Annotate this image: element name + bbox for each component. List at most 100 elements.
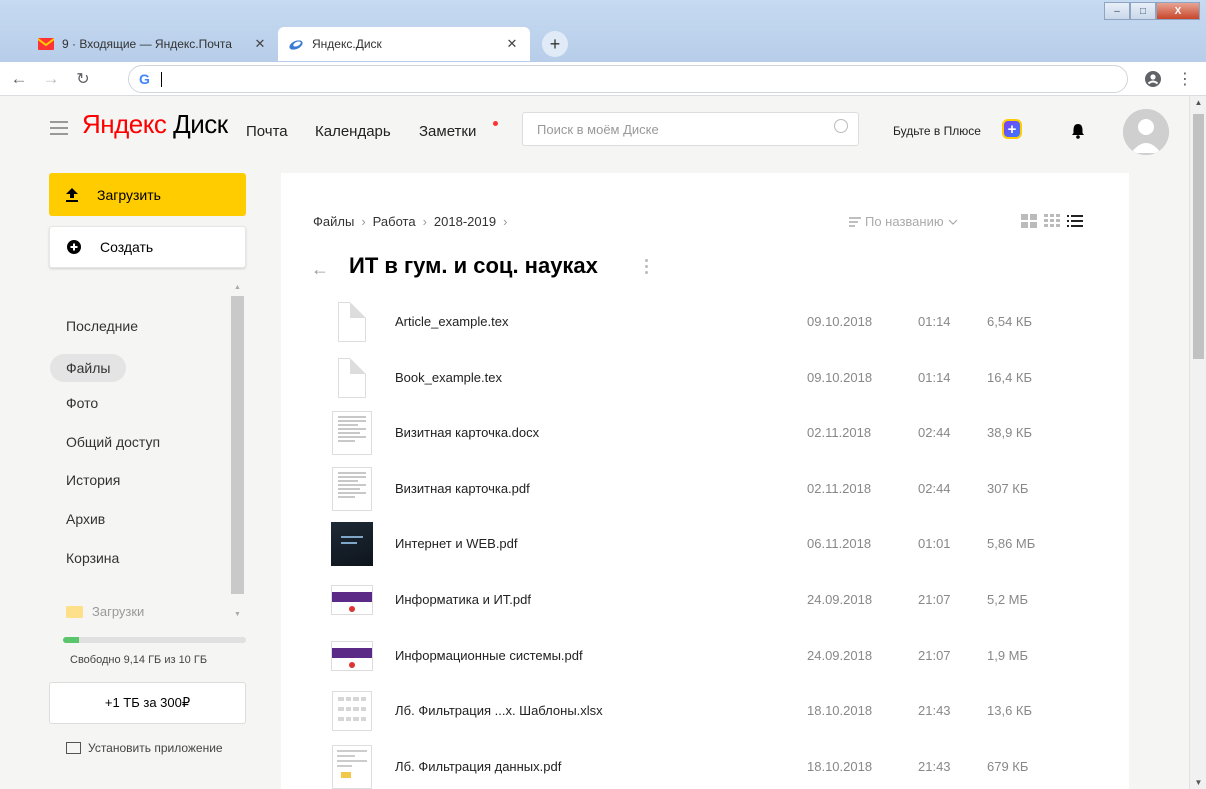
search-icon[interactable] bbox=[834, 119, 848, 133]
file-name[interactable]: Визитная карточка.docx bbox=[395, 425, 539, 440]
upload-button[interactable]: Загрузить bbox=[49, 173, 246, 216]
sidebar-item-recent[interactable]: Последние bbox=[66, 318, 138, 334]
tab-mail[interactable]: 9 · Входящие — Яндекс.Почта ✕ bbox=[28, 27, 278, 61]
yandex-disk-logo[interactable]: Яндекс Диск bbox=[82, 109, 228, 140]
scroll-up-icon[interactable]: ▲ bbox=[230, 284, 245, 291]
close-icon[interactable]: ✕ bbox=[252, 36, 268, 52]
folder-menu-icon[interactable] bbox=[645, 259, 649, 277]
file-thumbnail-icon[interactable] bbox=[331, 689, 373, 733]
breadcrumb-separator: › bbox=[361, 214, 366, 229]
page-scroll-thumb[interactable] bbox=[1193, 114, 1204, 359]
file-thumbnail-icon[interactable] bbox=[331, 578, 373, 622]
file-name[interactable]: Лб. Фильтрация данных.pdf bbox=[395, 759, 561, 774]
file-name[interactable]: Лб. Фильтрация ...х. Шаблоны.xlsx bbox=[395, 703, 603, 718]
file-name[interactable]: Информационные системы.pdf bbox=[395, 648, 583, 663]
plus-promo-link[interactable]: Будьте в Плюсе bbox=[893, 124, 981, 138]
address-bar[interactable]: G bbox=[128, 65, 1128, 93]
large-tiles-icon[interactable] bbox=[1021, 214, 1037, 228]
sidebar-item-photos[interactable]: Фото bbox=[66, 395, 98, 411]
scroll-down-icon[interactable]: ▼ bbox=[230, 611, 245, 618]
close-window-button[interactable]: X bbox=[1156, 2, 1200, 20]
list-view-icon[interactable] bbox=[1067, 214, 1083, 228]
sort-dropdown[interactable]: По названию bbox=[849, 214, 958, 229]
profile-icon[interactable] bbox=[1142, 68, 1164, 90]
scroll-down-icon[interactable]: ▼ bbox=[1190, 778, 1206, 787]
menu-kebab-icon[interactable]: ⋮ bbox=[1174, 68, 1196, 90]
window-controls: – □ X bbox=[1104, 2, 1200, 20]
file-name[interactable]: Book_example.tex bbox=[395, 370, 502, 385]
back-arrow-icon[interactable]: ← bbox=[8, 68, 30, 90]
sidebar-item-files[interactable]: Файлы bbox=[50, 354, 127, 382]
maximize-button[interactable]: □ bbox=[1130, 2, 1156, 20]
file-row[interactable]: Book_example.tex 09.10.2018 01:14 16,4 КБ bbox=[281, 351, 1129, 406]
file-time: 01:14 bbox=[918, 314, 951, 329]
file-thumbnail-icon[interactable] bbox=[331, 744, 373, 789]
file-thumbnail-icon[interactable] bbox=[331, 411, 373, 456]
hamburger-menu-icon[interactable] bbox=[50, 121, 68, 139]
file-date: 02.11.2018 bbox=[807, 480, 872, 496]
file-name[interactable]: Article_example.tex bbox=[395, 314, 508, 329]
sidebar-item-trash[interactable]: Корзина bbox=[66, 550, 119, 566]
search-input[interactable]: Поиск в моём Диске bbox=[522, 112, 859, 146]
sidebar-item-shared[interactable]: Общий доступ bbox=[66, 434, 160, 450]
file-name[interactable]: Интернет и WEB.pdf bbox=[395, 536, 518, 551]
storage-progress-bar bbox=[63, 637, 246, 643]
small-tiles-icon[interactable] bbox=[1044, 214, 1060, 228]
buy-space-button[interactable]: +1 ТБ за 300₽ bbox=[49, 682, 246, 724]
breadcrumb-item-work[interactable]: Работа bbox=[373, 214, 416, 229]
install-app-label: Установить приложение bbox=[88, 741, 223, 755]
plus-icon[interactable]: + bbox=[1002, 119, 1022, 139]
reload-icon[interactable]: ↻ bbox=[72, 68, 94, 90]
browser-toolbar: ← → ↻ G ⋮ bbox=[0, 62, 1206, 96]
breadcrumb-item-year[interactable]: 2018-2019 bbox=[434, 214, 496, 229]
breadcrumb-separator: › bbox=[422, 214, 427, 229]
file-thumbnail-icon[interactable] bbox=[331, 356, 373, 400]
file-size: 5,86 МБ bbox=[987, 536, 1036, 552]
tab-disk[interactable]: Яндекс.Диск ✕ bbox=[278, 27, 530, 61]
file-row[interactable]: Информационные системы.pdf 24.09.2018 21:0… bbox=[281, 629, 1129, 684]
file-thumbnail-icon[interactable] bbox=[331, 634, 373, 678]
file-name[interactable]: Информатика и ИТ.pdf bbox=[395, 592, 531, 607]
back-arrow-icon[interactable]: ← bbox=[311, 259, 329, 280]
file-thumbnail-icon[interactable] bbox=[331, 522, 373, 567]
forward-arrow-icon[interactable]: → bbox=[40, 68, 62, 90]
file-row[interactable]: Информатика и ИТ.pdf 24.09.2018 21:07 5,2 М… bbox=[281, 573, 1129, 628]
google-icon: G bbox=[139, 71, 150, 87]
page-scrollbar[interactable]: ▲ ▼ bbox=[1189, 96, 1206, 789]
close-icon[interactable]: ✕ bbox=[504, 36, 520, 52]
upload-label: Загрузить bbox=[97, 186, 161, 203]
file-date: 09.10.2018 bbox=[807, 314, 873, 329]
bell-icon[interactable] bbox=[1069, 122, 1087, 140]
folder-icon bbox=[66, 605, 83, 618]
logo-product: Диск bbox=[173, 109, 228, 139]
file-row[interactable]: Визитная карточка.pdf 02.11.2018 02:44 307 … bbox=[281, 462, 1129, 517]
file-date: 24.09.2018 bbox=[807, 592, 873, 607]
new-tab-button[interactable]: + bbox=[542, 31, 568, 57]
file-thumbnail-icon[interactable] bbox=[331, 300, 373, 344]
notification-dot-icon bbox=[493, 121, 498, 126]
avatar[interactable] bbox=[1123, 109, 1169, 155]
minimize-button[interactable]: – bbox=[1104, 2, 1130, 20]
file-time: 21:43 bbox=[918, 703, 951, 719]
nav-mail-link[interactable]: Почта bbox=[246, 123, 288, 140]
file-thumbnail-icon[interactable] bbox=[331, 466, 373, 511]
nav-notes-link[interactable]: Заметки bbox=[419, 123, 476, 140]
sidebar-scroll-thumb[interactable] bbox=[231, 296, 244, 594]
sidebar-item-archive[interactable]: Архив bbox=[66, 511, 105, 527]
storage-text: Свободно 9,14 ГБ из 10 ГБ bbox=[70, 654, 208, 666]
file-row[interactable]: Лб. Фильтрация данных.pdf 18.10.2018 21:43… bbox=[281, 740, 1129, 789]
file-row[interactable]: Визитная карточка.docx 02.11.2018 02:44 38,… bbox=[281, 406, 1129, 461]
create-button[interactable]: Создать bbox=[49, 226, 246, 268]
sidebar-scrollbar[interactable]: ▲ ▼ bbox=[230, 284, 245, 618]
sidebar-item-downloads[interactable]: Загрузки bbox=[66, 604, 144, 619]
scroll-up-icon[interactable]: ▲ bbox=[1190, 98, 1206, 107]
file-row[interactable]: Article_example.tex 09.10.2018 01:14 6,54 К… bbox=[281, 295, 1129, 350]
file-row[interactable]: Интернет и WEB.pdf 06.11.2018 01:01 5,86 МБ bbox=[281, 517, 1129, 572]
file-name[interactable]: Визитная карточка.pdf bbox=[395, 481, 530, 496]
logo-brand: Яндекс bbox=[82, 109, 167, 139]
breadcrumb-item-files[interactable]: Файлы bbox=[313, 214, 354, 229]
nav-calendar-link[interactable]: Календарь bbox=[315, 123, 391, 140]
install-app-link[interactable]: Установить приложение bbox=[66, 741, 223, 755]
sidebar-item-history[interactable]: История bbox=[66, 472, 120, 488]
file-row[interactable]: Лб. Фильтрация ...х. Шаблоны.xlsx 18.10.2… bbox=[281, 684, 1129, 739]
